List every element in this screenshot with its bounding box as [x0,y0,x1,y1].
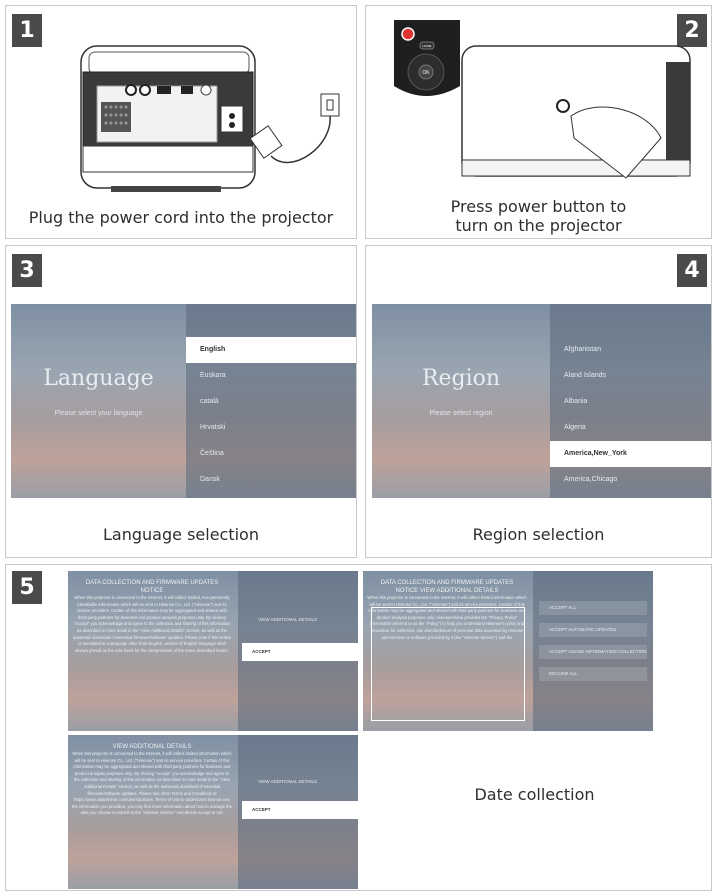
accept-usage-collection-button[interactable]: ACCEPT USAGE INFORMATION COLLECTION [539,645,647,659]
step-1-caption: Plug the power cord into the projector [28,208,334,227]
accept-button[interactable]: ACCEPT [242,643,358,661]
step-1-number: 1 [12,14,42,47]
step-2-panel: 2 OK HOME Press power button to turn on … [365,5,712,239]
data-notice-text: DATA COLLECTION AND FIRMWARE UPDATES NOT… [72,580,232,653]
region-screen: Region Please select region Afghanistan … [372,304,711,498]
language-screen: Language Please select your language Eng… [11,304,356,498]
view-additional-details-button[interactable]: VIEW ADDITIONAL DETAILS [248,779,317,784]
language-option[interactable]: Čeština [186,441,356,467]
projector-front-illustration [461,45,691,179]
data-notice-screen: DATA COLLECTION AND FIRMWARE UPDATES NOT… [68,571,358,731]
decline-all-button[interactable]: DECLINE ALL [539,667,647,681]
step-1-panel: 1 Plug the power cord into the projector [5,5,357,239]
step-4-panel: 4 Region Please select region Afghanista… [365,245,712,558]
accept-button[interactable]: ACCEPT [242,801,358,819]
region-option[interactable]: America,New_York [550,441,711,467]
step-5-number: 5 [12,571,42,604]
region-option[interactable]: America,Chicago [550,467,711,493]
step-4-number: 4 [677,254,707,287]
language-option[interactable]: English [186,337,356,363]
step-4-caption: Region selection [472,525,605,544]
view-additional-details-button[interactable]: VIEW ADDITIONAL DETAILS [248,617,317,622]
region-option[interactable]: Algeria [550,415,711,441]
step-3-caption: Language selection [103,525,259,544]
region-option[interactable]: Aland Islands [550,363,711,389]
language-subtitle: Please select your language [54,410,143,417]
language-option[interactable]: català [186,389,356,415]
region-option[interactable]: Albania [550,389,711,415]
accept-automatic-updates-button[interactable]: ACCEPT AUTOMATIC UPDATES [539,623,647,637]
remote-ok-label: OK [422,70,430,76]
power-cord-illustration [251,93,340,164]
remote-control-illustration: OK HOME [394,20,460,96]
accept-all-button[interactable]: ACCEPT ALL [539,601,647,615]
step-5-caption: Date collection [474,785,595,804]
step-5-panel: 5 DATA COLLECTION AND FIRMWARE UPDATES N… [5,564,712,891]
additional-details-screen: DATA COLLECTION AND FIRMWARE UPDATES NOT… [363,571,653,731]
step-2-caption-line2: turn on the projector [455,216,622,235]
step-3-number: 3 [12,254,42,287]
region-subtitle: Please select region [429,410,493,417]
view-details-text: VIEW ADDITIONAL DETAILS When this projec… [72,744,232,816]
language-option[interactable]: Hrvatski [186,415,356,441]
step-3-panel: 3 Language Please select your language E… [5,245,357,558]
language-option[interactable]: Dansk [186,467,356,493]
step-2-caption-line1: Press power button to [450,197,627,216]
language-option[interactable]: Euskara [186,363,356,389]
region-option[interactable]: Afghanistan [550,337,711,363]
region-title: Region [421,366,501,391]
view-details-screen: VIEW ADDITIONAL DETAILS When this projec… [68,735,358,889]
language-title: Language [43,366,154,391]
remote-home-label: HOME [423,44,432,48]
